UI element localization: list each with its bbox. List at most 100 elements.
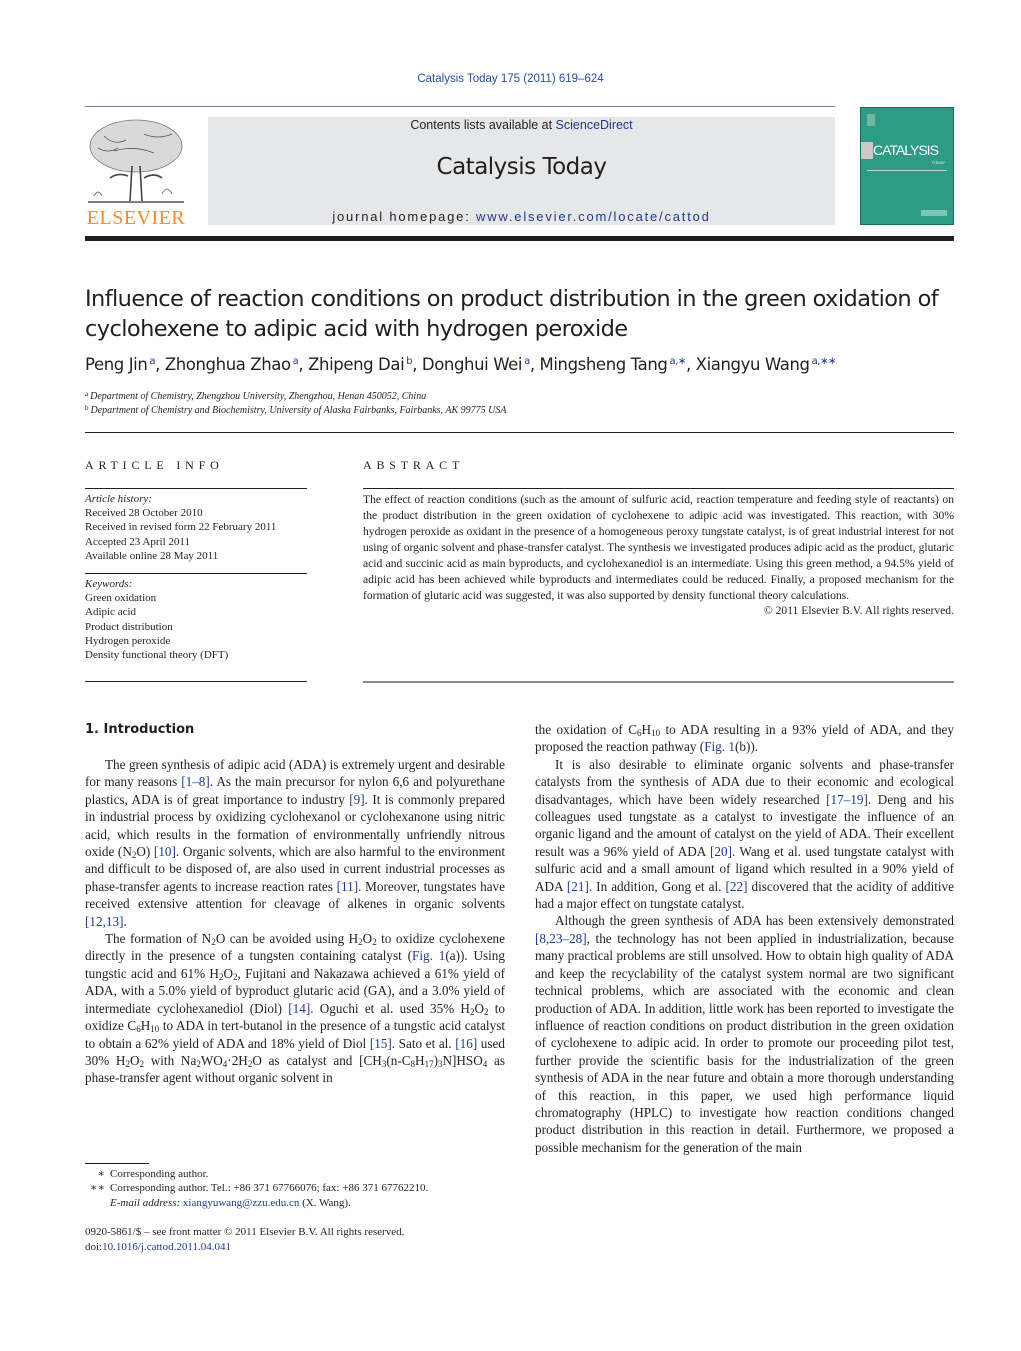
article-history: Article history: Received 28 October 201…: [85, 492, 307, 563]
divider: [85, 488, 307, 489]
paragraph: It is also desirable to eliminate organi…: [535, 756, 954, 913]
contents-line: Contents lists available at ScienceDirec…: [208, 118, 835, 132]
citation-link[interactable]: [10]: [154, 844, 176, 859]
homepage-label: journal homepage:: [332, 209, 477, 224]
citation-link[interactable]: [9]: [349, 792, 364, 807]
body-column-left: The green synthesis of adipic acid (ADA)…: [85, 756, 505, 1087]
author-name[interactable]: Xiangyu Wang: [696, 355, 810, 374]
text: O): [136, 844, 154, 860]
elsevier-wordmark: ELSEVIER: [86, 207, 186, 229]
article-info-end-rule: [85, 681, 307, 682]
body-column-right: the oxidation of C6H10 to ADA resulting …: [535, 721, 954, 1156]
author[interactable]: Mingsheng Tang a,∗: [540, 355, 687, 374]
abstract-heading: ABSTRACT: [363, 458, 465, 472]
text: , the technology has not been applied in…: [535, 930, 954, 1155]
text: H: [415, 1052, 425, 1068]
history-online: Available online 28 May 2011: [85, 549, 219, 562]
abstract-end-rule: [363, 681, 954, 683]
footnote-text: Corresponding author. Tel.: +86 371 6776…: [110, 1182, 429, 1195]
author-name[interactable]: Zhipeng Dai: [308, 355, 405, 374]
keyword-item: Adipic acid: [85, 606, 137, 619]
contents-prefix: Contents lists available at: [410, 118, 556, 132]
text: WO: [200, 1052, 223, 1068]
citation-link[interactable]: [17–19]: [826, 792, 868, 807]
footnote-mark: ∗: [97, 1168, 105, 1180]
tree-icon: [88, 119, 184, 203]
cover-text-line: [867, 170, 947, 171]
paragraph-continued: the oxidation of C6H10 to ADA resulting …: [535, 721, 954, 756]
text: O: [474, 1000, 484, 1016]
homepage-link[interactable]: www.elsevier.com/locate/cattod: [476, 209, 711, 224]
journal-name: Catalysis Today: [436, 154, 607, 180]
keyword-item: Hydrogen peroxide: [85, 634, 171, 647]
affiliation-mark: a: [85, 390, 89, 398]
subscript: 17: [424, 1058, 434, 1069]
article-info: ARTICLE INFO Article history: Received 2…: [85, 458, 307, 662]
divider: [363, 488, 954, 489]
author[interactable]: Xiangyu Wang a,∗∗: [696, 355, 837, 374]
keyword-item: Green oxidation: [85, 592, 157, 605]
header-top-rule: [85, 106, 835, 107]
text: H: [140, 1018, 151, 1034]
citation-link[interactable]: [15]: [370, 1036, 392, 1051]
abstract: ABSTRACT The effect of reaction conditio…: [363, 458, 954, 617]
text: The formation of N: [105, 931, 212, 947]
text: the oxidation of C: [535, 722, 638, 737]
footnote-email: E-mail address: xiangyuwang@zzu.edu.cn (…: [85, 1196, 505, 1210]
sciencedirect-link[interactable]: ScienceDirect: [556, 118, 633, 132]
author-affiliation-mark[interactable]: a,∗∗: [812, 356, 837, 367]
author[interactable]: Zhipeng Dai b: [308, 355, 413, 374]
text: .: [123, 913, 127, 929]
figure-link[interactable]: Fig. 1: [412, 948, 445, 963]
author-name[interactable]: Donghui Wei: [422, 355, 523, 374]
history-revised: Received in revised form 22 February 201…: [85, 521, 277, 534]
text: (n-C: [386, 1052, 411, 1068]
text: with Na: [143, 1052, 197, 1068]
citation-link[interactable]: [20]: [710, 844, 732, 859]
keywords-label: Keywords:: [85, 578, 133, 591]
citation-link[interactable]: [22]: [725, 879, 747, 894]
author[interactable]: Donghui Wei a: [422, 355, 530, 374]
article-info-heading: ARTICLE INFO: [85, 458, 224, 472]
figure-link[interactable]: Fig. 1: [704, 739, 735, 754]
doi-link[interactable]: 10.1016/j.cattod.2011.04.041: [102, 1241, 231, 1253]
cover-subtitle: TODAY: [931, 160, 945, 165]
text: O: [223, 965, 233, 981]
keyword-item: Density functional theory (DFT): [85, 649, 229, 662]
journal-citation[interactable]: Catalysis Today 175 (2011) 619–624: [0, 73, 1021, 85]
author-affiliation-mark[interactable]: a,∗: [669, 356, 686, 367]
citation-link[interactable]: [14]: [288, 1001, 310, 1016]
text: ·2H: [227, 1052, 248, 1068]
citation-link[interactable]: [12,13]: [85, 914, 123, 929]
subscript: 10: [651, 728, 661, 738]
citation-link[interactable]: [21]: [567, 879, 589, 894]
footnote-mark: ∗∗: [90, 1182, 105, 1195]
abstract-copyright: © 2011 Elsevier B.V. All rights reserved…: [763, 604, 954, 617]
email-link[interactable]: xiangyuwang@zzu.edu.cn: [183, 1197, 299, 1209]
history-received: Received 28 October 2010: [85, 507, 203, 520]
text: . Oguchi et al. used 35% H: [310, 1000, 470, 1016]
keywords: Keywords: Green oxidation Adipic acid Pr…: [85, 577, 307, 662]
author[interactable]: Peng Jin a: [85, 355, 156, 374]
author-list: Peng Jin a, Zhonghua Zhao a, Zhipeng Dai b,…: [85, 355, 965, 374]
author-name[interactable]: Peng Jin: [85, 355, 148, 374]
author-separator: ,: [685, 355, 696, 374]
author-separator: ,: [155, 355, 165, 374]
cover-publisher-icon: [867, 114, 875, 126]
author-name[interactable]: Mingsheng Tang: [540, 355, 668, 374]
author-name[interactable]: Zhonghua Zhao: [165, 355, 291, 374]
history-accepted: Accepted 23 April 2011: [85, 535, 190, 548]
footnote-text: Corresponding author.: [110, 1168, 209, 1180]
affiliation-mark: b: [85, 404, 89, 412]
citation-link[interactable]: [1–8]: [181, 774, 210, 789]
text: O as catalyst and [CH: [252, 1052, 382, 1068]
journal-cover-thumbnail[interactable]: CATALYSIS TODAY: [860, 107, 954, 225]
text: H: [641, 722, 652, 737]
author[interactable]: Zhonghua Zhao a: [165, 355, 299, 374]
citation-link[interactable]: [8,23–28]: [535, 931, 587, 946]
affiliation-a: a Department of Chemistry, Zhengzhou Univ…: [85, 390, 965, 402]
email-suffix: (X. Wang).: [299, 1196, 351, 1209]
citation-link[interactable]: [11]: [337, 879, 358, 894]
citation-link[interactable]: [16]: [455, 1036, 477, 1051]
divider: [85, 573, 307, 575]
